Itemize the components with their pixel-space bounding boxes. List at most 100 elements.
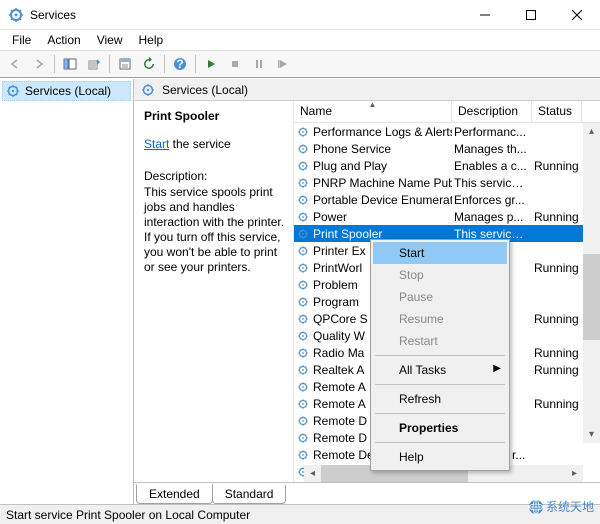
gear-icon (296, 363, 310, 377)
start-suffix: the service (169, 137, 230, 151)
service-row[interactable]: Performance Logs & AlertsPerformanc... (294, 123, 600, 140)
body: Services (Local) Services (Local) Print … (0, 78, 600, 504)
start-link[interactable]: Start (144, 137, 169, 151)
refresh-button[interactable] (138, 53, 160, 75)
toolbar-separator (195, 55, 196, 73)
cell-name: Power (294, 210, 452, 224)
scroll-left-button[interactable]: ◂ (304, 465, 321, 482)
cell-status: Running (532, 312, 582, 326)
ctx-stop: Stop (373, 264, 507, 286)
cell-desc: Manages p... (452, 210, 532, 224)
pause-service-button[interactable] (248, 53, 270, 75)
gear-icon (296, 346, 310, 360)
gear-icon (296, 329, 310, 343)
scroll-thumb[interactable] (583, 254, 600, 340)
gear-icon (296, 227, 310, 241)
cell-desc: This service ... (452, 176, 532, 190)
cell-status: Running (532, 210, 582, 224)
tab-extended[interactable]: Extended (136, 484, 213, 504)
gear-icon (296, 159, 310, 173)
title-bar: Services (0, 0, 600, 30)
scroll-up-button[interactable]: ▴ (583, 123, 600, 140)
export-list-button[interactable] (83, 53, 105, 75)
tab-standard[interactable]: Standard (212, 485, 287, 504)
gear-icon (296, 295, 310, 309)
status-text: Start service Print Spooler on Local Com… (6, 508, 250, 522)
gear-icon (296, 244, 310, 258)
gear-icon (296, 448, 310, 462)
gear-icon (296, 125, 310, 139)
cell-desc: Enables a c... (452, 159, 532, 173)
window-controls (462, 0, 600, 30)
cell-name: PNRP Machine Name Publi... (294, 176, 452, 190)
show-hide-tree-button[interactable] (59, 53, 81, 75)
service-row[interactable]: Phone ServiceManages th... (294, 140, 600, 157)
scroll-track[interactable] (583, 140, 600, 426)
cell-desc: Enforces gr... (452, 193, 532, 207)
toolbar-separator (109, 55, 110, 73)
ctx-start[interactable]: Start (373, 242, 507, 264)
gear-icon (296, 397, 310, 411)
nav-item-services-local[interactable]: Services (Local) (2, 81, 131, 101)
cell-desc: Manages th... (452, 142, 532, 156)
services-icon (140, 82, 156, 98)
cell-name: Performance Logs & Alerts (294, 125, 452, 139)
gear-icon (296, 210, 310, 224)
restart-service-button[interactable] (272, 53, 294, 75)
ctx-pause: Pause (373, 286, 507, 308)
cell-status: Running (532, 397, 582, 411)
minimize-button[interactable] (462, 0, 508, 30)
col-name[interactable]: ▲Name (294, 101, 452, 122)
detail-desc: This service spools print jobs and handl… (144, 185, 285, 275)
maximize-button[interactable] (508, 0, 554, 30)
nav-item-label: Services (Local) (25, 84, 111, 98)
cell-status: Running (532, 159, 582, 173)
cell-name: Plug and Play (294, 159, 452, 173)
vertical-scrollbar[interactable]: ▴ ▾ (583, 123, 600, 443)
gear-icon (296, 380, 310, 394)
ctx-properties[interactable]: Properties (373, 417, 507, 439)
menu-action[interactable]: Action (39, 31, 88, 49)
col-status[interactable]: Status (532, 101, 582, 122)
ctx-separator (375, 355, 505, 356)
window-title: Services (30, 8, 462, 22)
list-header: ▲Name Description Status (294, 101, 600, 123)
start-service-button[interactable] (200, 53, 222, 75)
help-button[interactable]: ? (169, 53, 191, 75)
ctx-all-tasks[interactable]: All Tasks▶ (373, 359, 507, 381)
toolbar-separator (54, 55, 55, 73)
cell-status: Running (532, 261, 582, 275)
service-row[interactable]: PNRP Machine Name Publi...This service .… (294, 174, 600, 191)
scroll-right-button[interactable]: ▸ (566, 465, 583, 482)
menu-view[interactable]: View (89, 31, 131, 49)
main-panel: Services (Local) Print Spooler Start the… (134, 79, 600, 504)
main-header: Services (Local) (134, 79, 600, 101)
detail-panel: Print Spooler Start the service Descript… (134, 101, 294, 482)
gear-icon (296, 431, 310, 445)
gear-icon (296, 193, 310, 207)
service-row[interactable]: PowerManages p...Running (294, 208, 600, 225)
service-row[interactable]: Portable Device Enumerator...Enforces gr… (294, 191, 600, 208)
sort-asc-icon: ▲ (369, 101, 377, 109)
nav-tree[interactable]: Services (Local) (0, 79, 134, 504)
properties-button[interactable] (114, 53, 136, 75)
col-description[interactable]: Description (452, 101, 532, 122)
ctx-restart: Restart (373, 330, 507, 352)
services-icon (5, 83, 21, 99)
menu-help[interactable]: Help (131, 31, 172, 49)
ctx-refresh[interactable]: Refresh (373, 388, 507, 410)
main-header-title: Services (Local) (162, 83, 248, 97)
service-row[interactable]: Plug and PlayEnables a c...Running (294, 157, 600, 174)
ctx-separator (375, 413, 505, 414)
stop-service-button[interactable] (224, 53, 246, 75)
forward-button[interactable] (28, 53, 50, 75)
close-button[interactable] (554, 0, 600, 30)
view-tabs: Extended Standard (134, 482, 600, 504)
detail-start-line: Start the service (144, 137, 285, 151)
gear-icon (296, 414, 310, 428)
scroll-down-button[interactable]: ▾ (583, 426, 600, 443)
menu-file[interactable]: File (4, 31, 39, 49)
back-button[interactable] (4, 53, 26, 75)
ctx-help[interactable]: Help (373, 446, 507, 468)
context-menu: Start Stop Pause Resume Restart All Task… (370, 239, 510, 471)
